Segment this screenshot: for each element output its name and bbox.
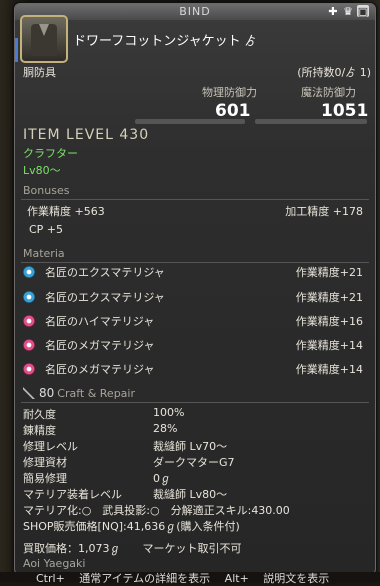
repair-row: 修理資材 ダークマターG7 [23,454,235,470]
materia-pink-icon [23,339,35,351]
bonus-craftsmanship: 加工精度 +178 [285,205,363,218]
repair-val: 裁縫師 Lv70～ [153,440,228,453]
bonus-cp: CP +5 [29,223,64,236]
repair-row: 耐久度 100% [23,406,184,422]
mag-def-bar [255,119,367,124]
repair-header: 80 Craft & Repair [23,386,135,400]
repair-key: 修理資材 [23,456,67,469]
materia-value: 作業精度+21 [295,291,363,304]
bonuses-header: Bonuses [23,184,70,197]
item-name: ドワーフコットンジャケットゟ [73,30,257,49]
hq-icon: ゟ [244,34,257,48]
item-name-text: ドワーフコットンジャケット [73,34,241,49]
phys-def-label: 物理防御力 [202,86,257,99]
repair-key: 修理レベル [23,440,78,453]
repair-val: ダークマターG7 [153,456,235,469]
repair-key: マテリア装着レベル [23,488,122,501]
bonus-row-2: CP +5 [29,223,363,236]
materia-slot-3: 名匠のハイマテリジャ 作業精度+16 [23,312,363,330]
repair-header-text: Craft & Repair [57,386,136,400]
materia-blue-icon [23,266,35,278]
materia-slot-1: 名匠のエクスマテリジャ 作業精度+21 [23,263,363,281]
close-icon[interactable]: ▣ [357,5,369,18]
class-level: Lv80～ [23,164,61,177]
shop-price: SHOP販売価格[NQ]:41,636ℊ(購入条件付) [23,520,240,533]
wrench-icon [23,387,35,399]
item-category: 胴防具 [23,66,56,79]
materia-slot-2: 名匠のエクスマテリジャ 作業精度+21 [23,288,363,306]
materia-name: 名匠のエクスマテリジャ [45,266,165,279]
repair-row: 簡易修理 0ℊ [23,470,171,486]
divider [21,199,369,200]
item-level: ITEM LEVEL 430 [23,127,150,143]
hint-text: Ctrl+ 通常アイテムの詳細を表示 Alt+ 説明文を表示 [36,572,330,585]
materia-slot-5: 名匠のメガマテリジャ 作業精度+14 [23,360,363,378]
plus-icon[interactable]: ✚ [327,5,339,18]
divider [21,402,369,403]
repair-row: 修理レベル 裁縫師 Lv70～ [23,438,227,454]
bind-label: BIND [179,5,211,18]
materia-pink-icon [23,315,35,327]
materia-name: 名匠のメガマテリジャ [45,363,155,376]
materia-header: Materia [23,247,65,260]
materia-name: 名匠のメガマテリジャ [45,339,155,352]
repair-row: 錬精度 28% [23,422,177,438]
materia-blue-icon [23,291,35,303]
mag-def-label: 魔法防御力 [301,86,356,99]
accent-bar [15,38,18,62]
materia-value: 作業精度+21 [295,266,363,279]
repair-val: 100% [153,406,185,419]
hint-footer: Ctrl+ 通常アイテムの詳細を表示 Alt+ 説明文を表示 [0,572,380,585]
repair-val: 裁縫師 Lv80～ [153,488,228,501]
owned-count: (所持数0/ゟ 1) [297,66,371,79]
materia-pink-icon [23,363,35,375]
materia-name: 名匠のハイマテリジャ [45,315,155,328]
class-job: クラフター [23,147,78,160]
repair-key: 簡易修理 [23,472,67,485]
materia-value: 作業精度+14 [295,339,363,352]
bonus-control: 作業精度 +563 [27,205,105,218]
repair-key: 耐久度 [23,408,56,421]
phys-def-value: 601 [215,101,251,121]
materia-name: 名匠のエクスマテリジャ [45,291,165,304]
materia-value: 作業精度+16 [295,315,363,328]
repair-val: 0ℊ [153,472,171,485]
item-icon [20,15,68,63]
mag-def-value: 1051 [321,101,369,121]
item-tooltip-panel: BIND ✚ ♛ ▣ ドワーフコットンジャケットゟ 胴防具 (所持数0/ゟ 1)… [14,3,376,575]
crafter-signature: Aoi Yaegaki [23,557,86,570]
dye-icon[interactable]: ♛ [342,5,354,18]
tooltip-titlebar: BIND ✚ ♛ ▣ [15,4,375,20]
repair-header-num: 80 [39,386,55,400]
repair-row: マテリア装着レベル 裁縫師 Lv80～ [23,486,227,502]
materia-slot-4: 名匠のメガマテリジャ 作業精度+14 [23,336,363,354]
phys-def-bar [135,119,245,124]
materia-value: 作業精度+14 [295,363,363,376]
materia-meld-info: マテリア化:○ 武具投影:○ 分解適正スキル:430.00 [23,504,290,517]
repair-key: 錬精度 [23,424,56,437]
buyback-price: 買取価格：1,073ℊ マーケット取引不可 [23,542,242,555]
repair-val: 28% [153,422,178,435]
bonus-row-1: 作業精度 +563 加工精度 +178 [27,203,363,219]
